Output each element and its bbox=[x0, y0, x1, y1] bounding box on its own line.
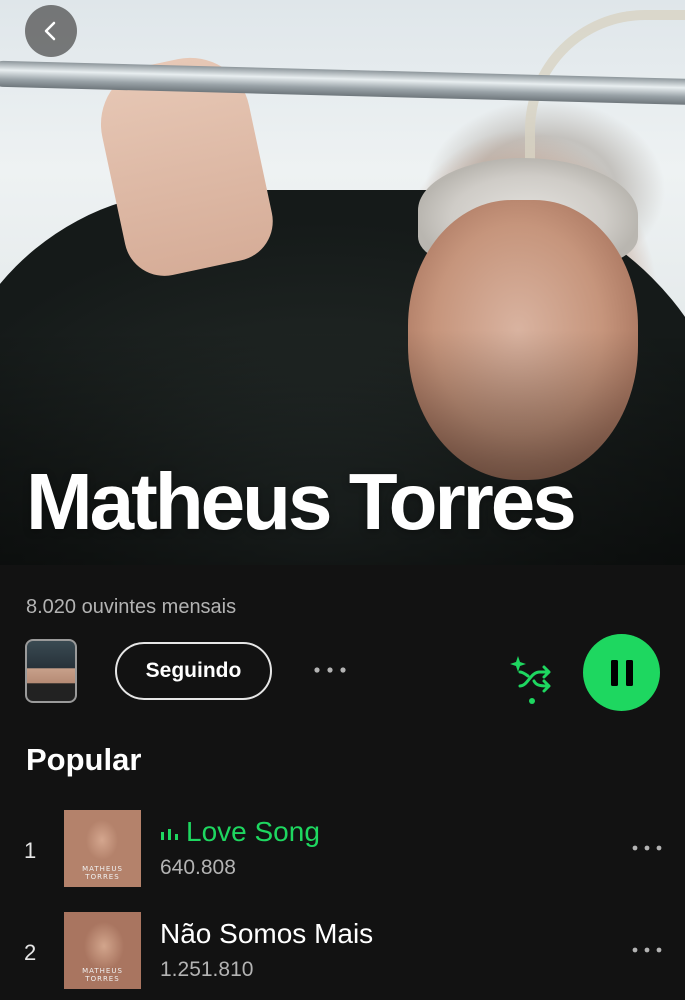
smart-shuffle-button[interactable] bbox=[508, 648, 558, 706]
smart-shuffle-icon bbox=[510, 656, 551, 704]
cover-title: MATHEUS TORRES bbox=[82, 865, 123, 881]
now-playing-equalizer-icon bbox=[161, 829, 178, 840]
track-rank: 2 bbox=[24, 940, 37, 965]
monthly-listeners: 8.020 ouvintes mensais bbox=[26, 596, 237, 618]
more-horizontal-icon bbox=[314, 667, 346, 673]
artist-name: Matheus Torres bbox=[26, 457, 577, 546]
pause-icon bbox=[610, 659, 633, 686]
back-button[interactable] bbox=[25, 5, 77, 57]
track-play-count: 1.251.810 bbox=[160, 958, 254, 981]
track-row[interactable]: 1 MATHEUS TORRES Love Song 640.808 bbox=[0, 810, 685, 890]
track-title-row: Love Song bbox=[160, 816, 320, 848]
pause-button[interactable] bbox=[583, 634, 660, 711]
more-options-button[interactable] bbox=[312, 658, 348, 682]
more-horizontal-icon bbox=[632, 947, 662, 953]
cover-title: MATHEUS TORRES bbox=[82, 967, 123, 983]
popular-section-title: Popular bbox=[26, 742, 142, 777]
more-horizontal-icon bbox=[632, 845, 662, 851]
track-row[interactable]: 2 MATHEUS TORRES Não Somos Mais 1.251.81… bbox=[0, 912, 685, 992]
artist-thumbnail[interactable] bbox=[25, 639, 77, 703]
track-play-count: 640.808 bbox=[160, 856, 236, 879]
track-more-button[interactable] bbox=[630, 940, 664, 960]
chevron-left-icon bbox=[44, 21, 56, 41]
action-row: Seguindo bbox=[0, 634, 685, 712]
track-cover: MATHEUS TORRES bbox=[64, 912, 141, 989]
track-cover: MATHEUS TORRES bbox=[64, 810, 141, 887]
track-rank: 1 bbox=[24, 838, 37, 863]
track-title: Love Song bbox=[186, 816, 320, 847]
track-title: Não Somos Mais bbox=[160, 918, 374, 949]
following-button[interactable]: Seguindo bbox=[115, 642, 272, 700]
track-more-button[interactable] bbox=[630, 838, 664, 858]
